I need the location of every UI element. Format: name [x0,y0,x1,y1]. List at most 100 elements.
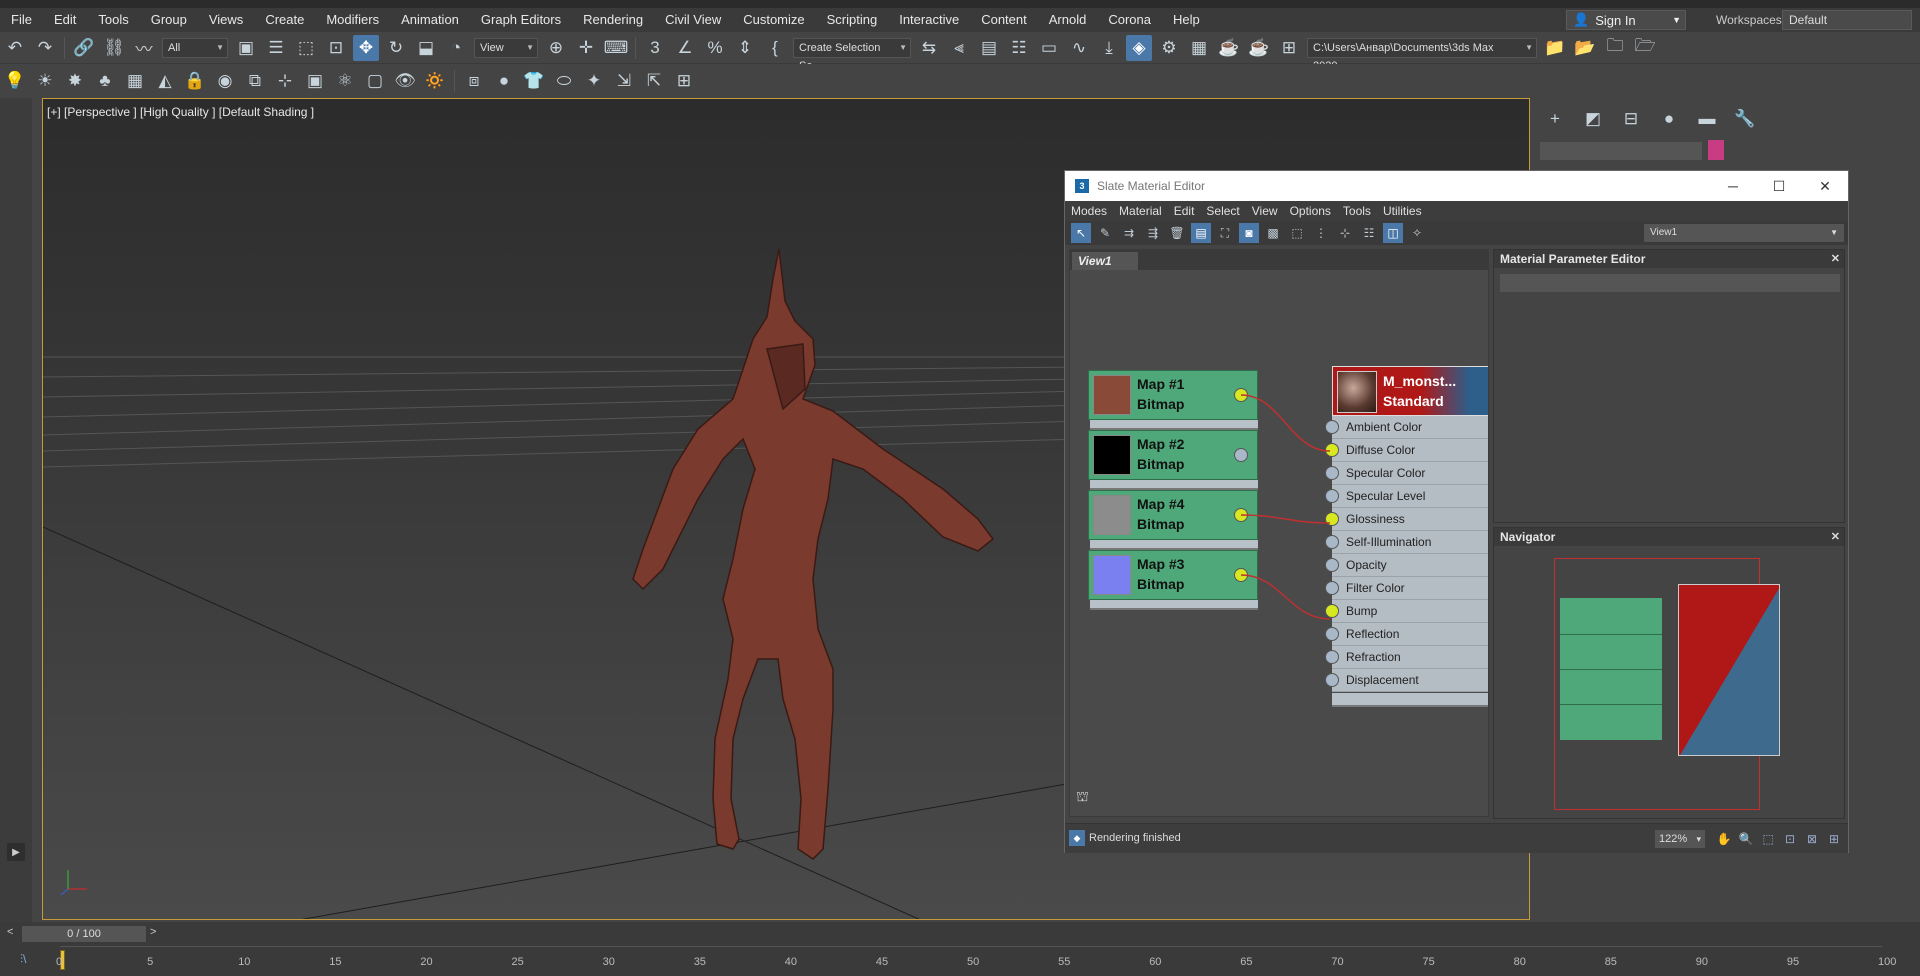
bind-space-warp-icon[interactable]: 〰 [131,35,157,61]
pick-material-icon[interactable]: ✎ [1095,223,1115,243]
utilities-tab-icon[interactable]: 🔧 [1732,106,1758,132]
material-explorer-icon[interactable]: ⊹ [1335,223,1355,243]
curve-editor-icon[interactable]: ∿ [1066,35,1092,61]
sme-menu-item[interactable]: Edit [1168,204,1201,218]
menu-item[interactable]: Arnold [1038,8,1098,32]
lightbulb-icon[interactable]: 🔅 [422,68,448,94]
zoom-region-icon[interactable]: ⬚ [1759,830,1777,848]
maximize-view-icon[interactable]: ⊞ [1825,830,1843,848]
rectangular-selection-icon[interactable]: ⬚ [293,35,319,61]
assign-material-icon[interactable]: ⇶ [1143,223,1163,243]
align-icon[interactable]: ⫷ [946,35,972,61]
menu-item[interactable]: Tools [87,8,139,32]
display-tab-icon[interactable]: ▬ [1694,106,1720,132]
frame-counter[interactable]: 0 / 100 [22,926,146,942]
sme-menu-item[interactable]: Tools [1337,204,1377,218]
key-mode-icon[interactable]: ⫶\ [20,952,26,967]
close-icon[interactable]: ✕ [1807,175,1843,197]
material-map-browser-icon[interactable]: ◫ [1383,223,1403,243]
create-tab-icon[interactable]: + [1542,106,1568,132]
close-icon[interactable]: ✕ [1831,528,1840,546]
menu-item[interactable]: Content [970,8,1038,32]
move-icon[interactable]: ✥ [353,34,379,61]
layout-children-icon[interactable]: ⋮ [1311,223,1331,243]
project-folder-icon[interactable]: 📂 [1572,35,1598,61]
named-selection-set-dropdown[interactable]: Create Selection Se [793,37,911,72]
distributed-icon[interactable]: ⚛ [332,68,358,94]
menu-item[interactable]: File [0,8,43,32]
keyboard-shortcut-icon[interactable]: ⌨ [603,35,629,61]
hierarchy-tab-icon[interactable]: ⊟ [1618,106,1644,132]
render-production-icon[interactable]: ☕ [1216,35,1242,61]
decal-icon[interactable]: ◉ [212,68,238,94]
unlink-icon[interactable]: ⛓ [101,35,127,61]
zoom-dropdown[interactable]: 122% [1655,830,1705,848]
export-icon[interactable]: ⇲ [611,68,637,94]
pan-icon[interactable]: ✋ [1715,830,1733,848]
manipulate-icon[interactable]: ✛ [573,35,599,61]
menu-item[interactable]: Animation [390,8,470,32]
sphere-icon[interactable]: ● [491,68,517,94]
wire[interactable] [1240,574,1331,620]
motion-tab-icon[interactable]: ● [1656,106,1682,132]
viewport-label[interactable]: [+] [Perspective ] [High Quality ] [Defa… [47,105,314,119]
scatter-icon[interactable]: ⊹ [272,68,298,94]
set-project-icon[interactable]: 📁 [1542,35,1568,61]
sign-in-dropdown[interactable]: 👤 Sign In ▼ [1566,10,1686,30]
eye-icon[interactable]: 👁 [392,68,418,94]
create-project-icon[interactable]: 🗁 [1632,35,1658,61]
sme-menu-item[interactable]: Utilities [1377,204,1428,218]
pan-hand-icon[interactable]: ⛫ [1076,788,1096,808]
placement-icon[interactable]: ◔ [443,35,469,61]
zoom-extents-selected-icon[interactable]: ⊠ [1803,830,1821,848]
proxy-icon[interactable]: ◭ [152,68,178,94]
selection-filter-dropdown[interactable]: All [162,37,228,58]
project-path-dropdown[interactable]: C:\Users\Анвар\Documents\3ds Max 2020 [1307,37,1537,72]
view-select-dropdown[interactable]: View1 [1644,224,1844,242]
menu-item[interactable]: Help [1162,8,1211,32]
schematic-view-icon[interactable]: ⤓ [1096,35,1122,61]
menu-item[interactable]: Edit [43,8,87,32]
workspace-select[interactable]: Default [1782,10,1912,30]
spinner-snap-icon[interactable]: ⇕ [732,35,758,61]
layer-explorer-icon[interactable]: ☷ [1006,35,1032,61]
sme-menu-item[interactable]: Modes [1065,204,1113,218]
menu-item[interactable]: Views [198,8,254,32]
shirt-icon[interactable]: 👕 [521,68,547,94]
node-graph-view[interactable]: View1 Map #1 Bitmap Map #2 Bitmap Map #4 Bitm… [1069,249,1489,817]
zoom-icon[interactable]: 🔍 [1737,830,1755,848]
select-by-name-icon[interactable]: ☰ [263,35,289,61]
menu-item[interactable]: Interactive [888,8,970,32]
cylinder-icon[interactable]: ⬭ [551,68,577,94]
next-frame-icon[interactable]: > [150,926,156,938]
rotate-icon[interactable]: ↻ [383,35,409,61]
sme-menu-item[interactable]: Select [1200,204,1245,218]
zoom-extents-icon[interactable]: ⊡ [1781,830,1799,848]
edit-named-selection-icon[interactable]: { [762,35,788,61]
ribbon-icon[interactable]: ▭ [1036,35,1062,61]
maximize-icon[interactable]: ☐ [1761,175,1797,197]
material-editor-icon[interactable]: ◈ [1126,34,1152,61]
sme-menu-item[interactable]: Material [1113,204,1168,218]
magic-wand-icon[interactable]: ✦ [581,68,607,94]
hide-unused-icon[interactable]: ⛶ [1215,223,1235,243]
menu-item[interactable]: Customize [732,8,815,32]
menu-item[interactable]: Modifiers [315,8,390,32]
rendered-frame-window-icon[interactable]: ▦ [1186,35,1212,61]
parameter-editor-icon[interactable]: ☷ [1359,223,1379,243]
expand-arrow-icon[interactable]: ▶ [7,843,25,861]
menu-item[interactable]: Graph Editors [470,8,572,32]
prev-frame-icon[interactable]: < [7,926,13,938]
import-icon[interactable]: ⇱ [641,68,667,94]
link-icon[interactable]: 🔗 [71,35,97,61]
camera-icon[interactable]: ▢ [362,68,388,94]
menu-item[interactable]: Scripting [816,8,889,32]
object-color-swatch[interactable] [1708,140,1724,160]
undo-icon[interactable]: ↶ [2,35,28,61]
move-children-icon[interactable]: ▤ [1191,223,1211,243]
modify-tab-icon[interactable]: ◩ [1580,106,1606,132]
frame-buffer-icon[interactable]: ▣ [302,68,328,94]
snap-3d-icon[interactable]: 3 [642,35,668,61]
render-iterative-icon[interactable]: ☕ [1246,35,1272,61]
light-icon[interactable]: 💡 [2,68,28,94]
